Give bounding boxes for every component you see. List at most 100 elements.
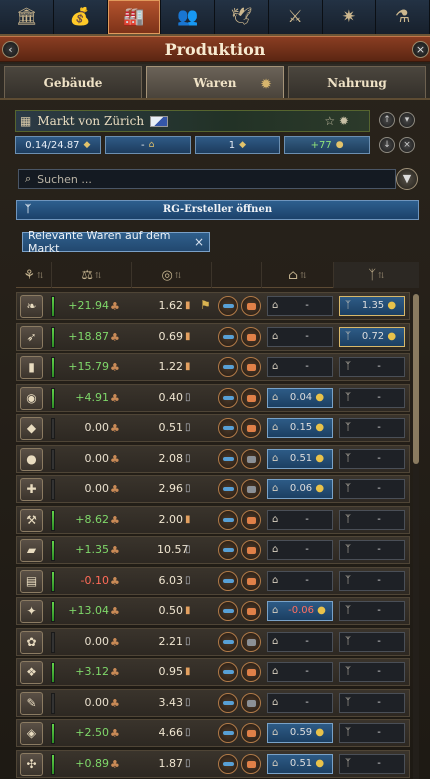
import-button[interactable]: [218, 509, 238, 530]
import-button[interactable]: [218, 692, 238, 713]
import-button[interactable]: [218, 326, 238, 347]
rg-cell[interactable]: ᛉ-: [339, 387, 405, 408]
export-button[interactable]: [241, 662, 261, 682]
import-button[interactable]: [218, 662, 238, 682]
fish-icon[interactable]: ➶: [20, 325, 43, 349]
table-row[interactable]: ✣ +0.89 ♣ 1.87 ▯ ⌂ 0.51 ● ᛉ -: [16, 749, 410, 778]
table-row[interactable]: ▤ -0.10 ♣ 6.03 ▯ ⌂ - ᛉ -: [16, 566, 410, 595]
rg-cell[interactable]: ᛉ-: [339, 418, 405, 438]
military-icon[interactable]: ⚔: [269, 0, 323, 34]
export-cell[interactable]: ⌂ -: [267, 509, 333, 530]
rg-cell[interactable]: ᛉ-: [339, 448, 405, 469]
search-input[interactable]: ⌕ Suchen ...: [18, 169, 396, 189]
export-button[interactable]: [241, 296, 261, 316]
production-icon[interactable]: 🏭: [107, 0, 162, 34]
export-cell[interactable]: ⌂ -: [267, 540, 333, 560]
market-header[interactable]: ▦ Markt von Zürich ☆ ✹: [15, 110, 370, 132]
rg-cell[interactable]: ᛉ-: [339, 692, 405, 713]
export-cell[interactable]: ⌂ 0.04 ●: [267, 387, 333, 408]
table-row[interactable]: ◆ 0.00 ♣ 0.51 ▯ ⌂ 0.15 ● ᛉ -: [16, 414, 410, 442]
population-icon[interactable]: 👥: [161, 0, 215, 34]
rg-cell[interactable]: ᛉ-: [339, 357, 405, 377]
import-button[interactable]: [218, 479, 238, 499]
export-cell[interactable]: ⌂ -: [267, 357, 333, 377]
rg-cell[interactable]: ᛉ 0.72 ●: [339, 326, 405, 347]
scrollbar-thumb[interactable]: [413, 294, 419, 464]
import-button[interactable]: [218, 601, 238, 621]
table-row[interactable]: ◉ +4.91 ♣ 0.40 ▯ ⌂ 0.04 ● ᛉ -: [16, 383, 410, 412]
fruit-icon[interactable]: ✿: [20, 630, 43, 654]
export-button[interactable]: [241, 418, 261, 438]
import-button[interactable]: [218, 631, 238, 652]
export-cell[interactable]: ⌂ -: [267, 296, 333, 316]
export-cell[interactable]: ⌂ 0.51 ●: [267, 448, 333, 469]
rg-cell[interactable]: ᛉ-: [339, 479, 405, 499]
export-cell[interactable]: ⌂ 0.51 ●: [267, 753, 333, 774]
table-row[interactable]: ✦ +13.04 ♣ 0.50 ▮ ⌂ -0.06 ● ᛉ -: [16, 597, 410, 625]
import-button[interactable]: [218, 387, 238, 408]
table-row[interactable]: ▰ +1.35 ♣ 10.57 ▯ ⌂ - ᛉ -: [16, 536, 410, 564]
rg-cell[interactable]: ᛉ-: [339, 723, 405, 743]
table-row[interactable]: ▮ +15.79 ♣ 1.22 ▮ ⌂ - ᛉ -: [16, 353, 410, 381]
technology-icon[interactable]: ✷: [323, 0, 377, 34]
tab-waren[interactable]: Waren ✹: [146, 66, 284, 98]
rg-cell[interactable]: ᛉ-: [339, 631, 405, 652]
tab-gebaeude[interactable]: Gebäude: [4, 66, 142, 98]
market-stat-count[interactable]: 1 ◆: [194, 136, 281, 154]
export-cell[interactable]: ⌂ 0.06 ●: [267, 479, 333, 499]
rg-cell[interactable]: ᛉ-: [339, 509, 405, 530]
market-stat-income[interactable]: +77 ●: [284, 136, 370, 154]
import-button[interactable]: [218, 723, 238, 743]
rg-cell[interactable]: ᛉ-: [339, 662, 405, 682]
export-cell[interactable]: ⌂ -0.06 ●: [267, 601, 333, 621]
import-button[interactable]: [218, 296, 238, 316]
remove-filter-icon[interactable]: ×: [194, 235, 204, 249]
table-row[interactable]: ● 0.00 ♣ 2.08 ▯ ⌂ 0.51 ● ᛉ -: [16, 444, 410, 473]
export-cell[interactable]: ⌂ -: [267, 662, 333, 682]
tools-icon[interactable]: ⚒: [20, 508, 43, 532]
rg-cell[interactable]: ᛉ-: [339, 753, 405, 774]
rg-cell[interactable]: ᛉ-: [339, 540, 405, 560]
export-button[interactable]: [241, 570, 261, 591]
export-button[interactable]: [241, 509, 261, 530]
sort-balance-icon[interactable]: ⚖ ⇅: [52, 262, 132, 288]
import-button[interactable]: [218, 570, 238, 591]
economy-icon[interactable]: 💰: [54, 0, 108, 34]
table-row[interactable]: ✚ 0.00 ♣ 2.96 ▯ ⌂ 0.06 ● ᛉ -: [16, 475, 410, 503]
arrow-up-icon[interactable]: ↑: [379, 112, 395, 128]
close-icon[interactable]: ×: [412, 41, 429, 58]
table-row[interactable]: ❧ +21.94 ♣ 1.62 ▮ ⚑ ⌂ - ᛉ 1.35 ●: [16, 292, 410, 320]
export-button[interactable]: [241, 448, 261, 469]
export-cell[interactable]: ⌂ -: [267, 570, 333, 591]
table-row[interactable]: ❖ +3.12 ♣ 0.95 ▮ ⌂ - ᛉ -: [16, 658, 410, 686]
table-row[interactable]: ✿ 0.00 ♣ 2.21 ▯ ⌂ - ᛉ -: [16, 627, 410, 656]
glass-icon[interactable]: ▤: [20, 569, 43, 593]
export-button[interactable]: [241, 601, 261, 621]
meat-icon[interactable]: ◉: [20, 386, 43, 410]
export-button[interactable]: [241, 387, 261, 408]
export-cell[interactable]: ⌂ -: [267, 631, 333, 652]
table-row[interactable]: ✎ 0.00 ♣ 3.43 ▯ ⌂ - ᛉ -: [16, 688, 410, 717]
export-cell[interactable]: ⌂ 0.59 ●: [267, 723, 333, 743]
sort-rg-icon[interactable]: ᛉ ⇅: [334, 262, 419, 288]
pin-icon[interactable]: ▾: [399, 112, 415, 128]
export-cell[interactable]: ⌂ 0.15 ●: [267, 418, 333, 438]
open-rg-creator-button[interactable]: ᛉ RG-Ersteller öffnen: [16, 200, 419, 220]
import-button[interactable]: [218, 418, 238, 438]
table-row[interactable]: ◈ +2.50 ♣ 4.66 ▯ ⌂ 0.59 ● ᛉ -: [16, 719, 410, 747]
sulfur-icon[interactable]: ✦: [20, 600, 43, 623]
export-cell[interactable]: ⌂ -: [267, 692, 333, 713]
rg-cell[interactable]: ᛉ 1.35 ●: [339, 296, 405, 316]
import-button[interactable]: [218, 753, 238, 774]
paper-icon[interactable]: ✎: [20, 691, 43, 715]
filter-chip[interactable]: Relevante Waren auf dem Markt ×: [22, 229, 210, 255]
fabric-icon[interactable]: ❖: [20, 661, 43, 684]
sort-trade-icon[interactable]: [212, 262, 262, 288]
sort-price-icon[interactable]: ◎ ⇅: [132, 262, 212, 288]
export-cell[interactable]: ⌂ -: [267, 326, 333, 347]
export-button[interactable]: [241, 540, 261, 560]
grain-icon[interactable]: ❧: [20, 295, 43, 318]
table-row[interactable]: ➶ +18.87 ♣ 0.69 ▮ ⌂ - ᛉ 0.72 ●: [16, 322, 410, 351]
export-button[interactable]: [241, 753, 261, 774]
back-icon[interactable]: ‹: [2, 41, 19, 58]
